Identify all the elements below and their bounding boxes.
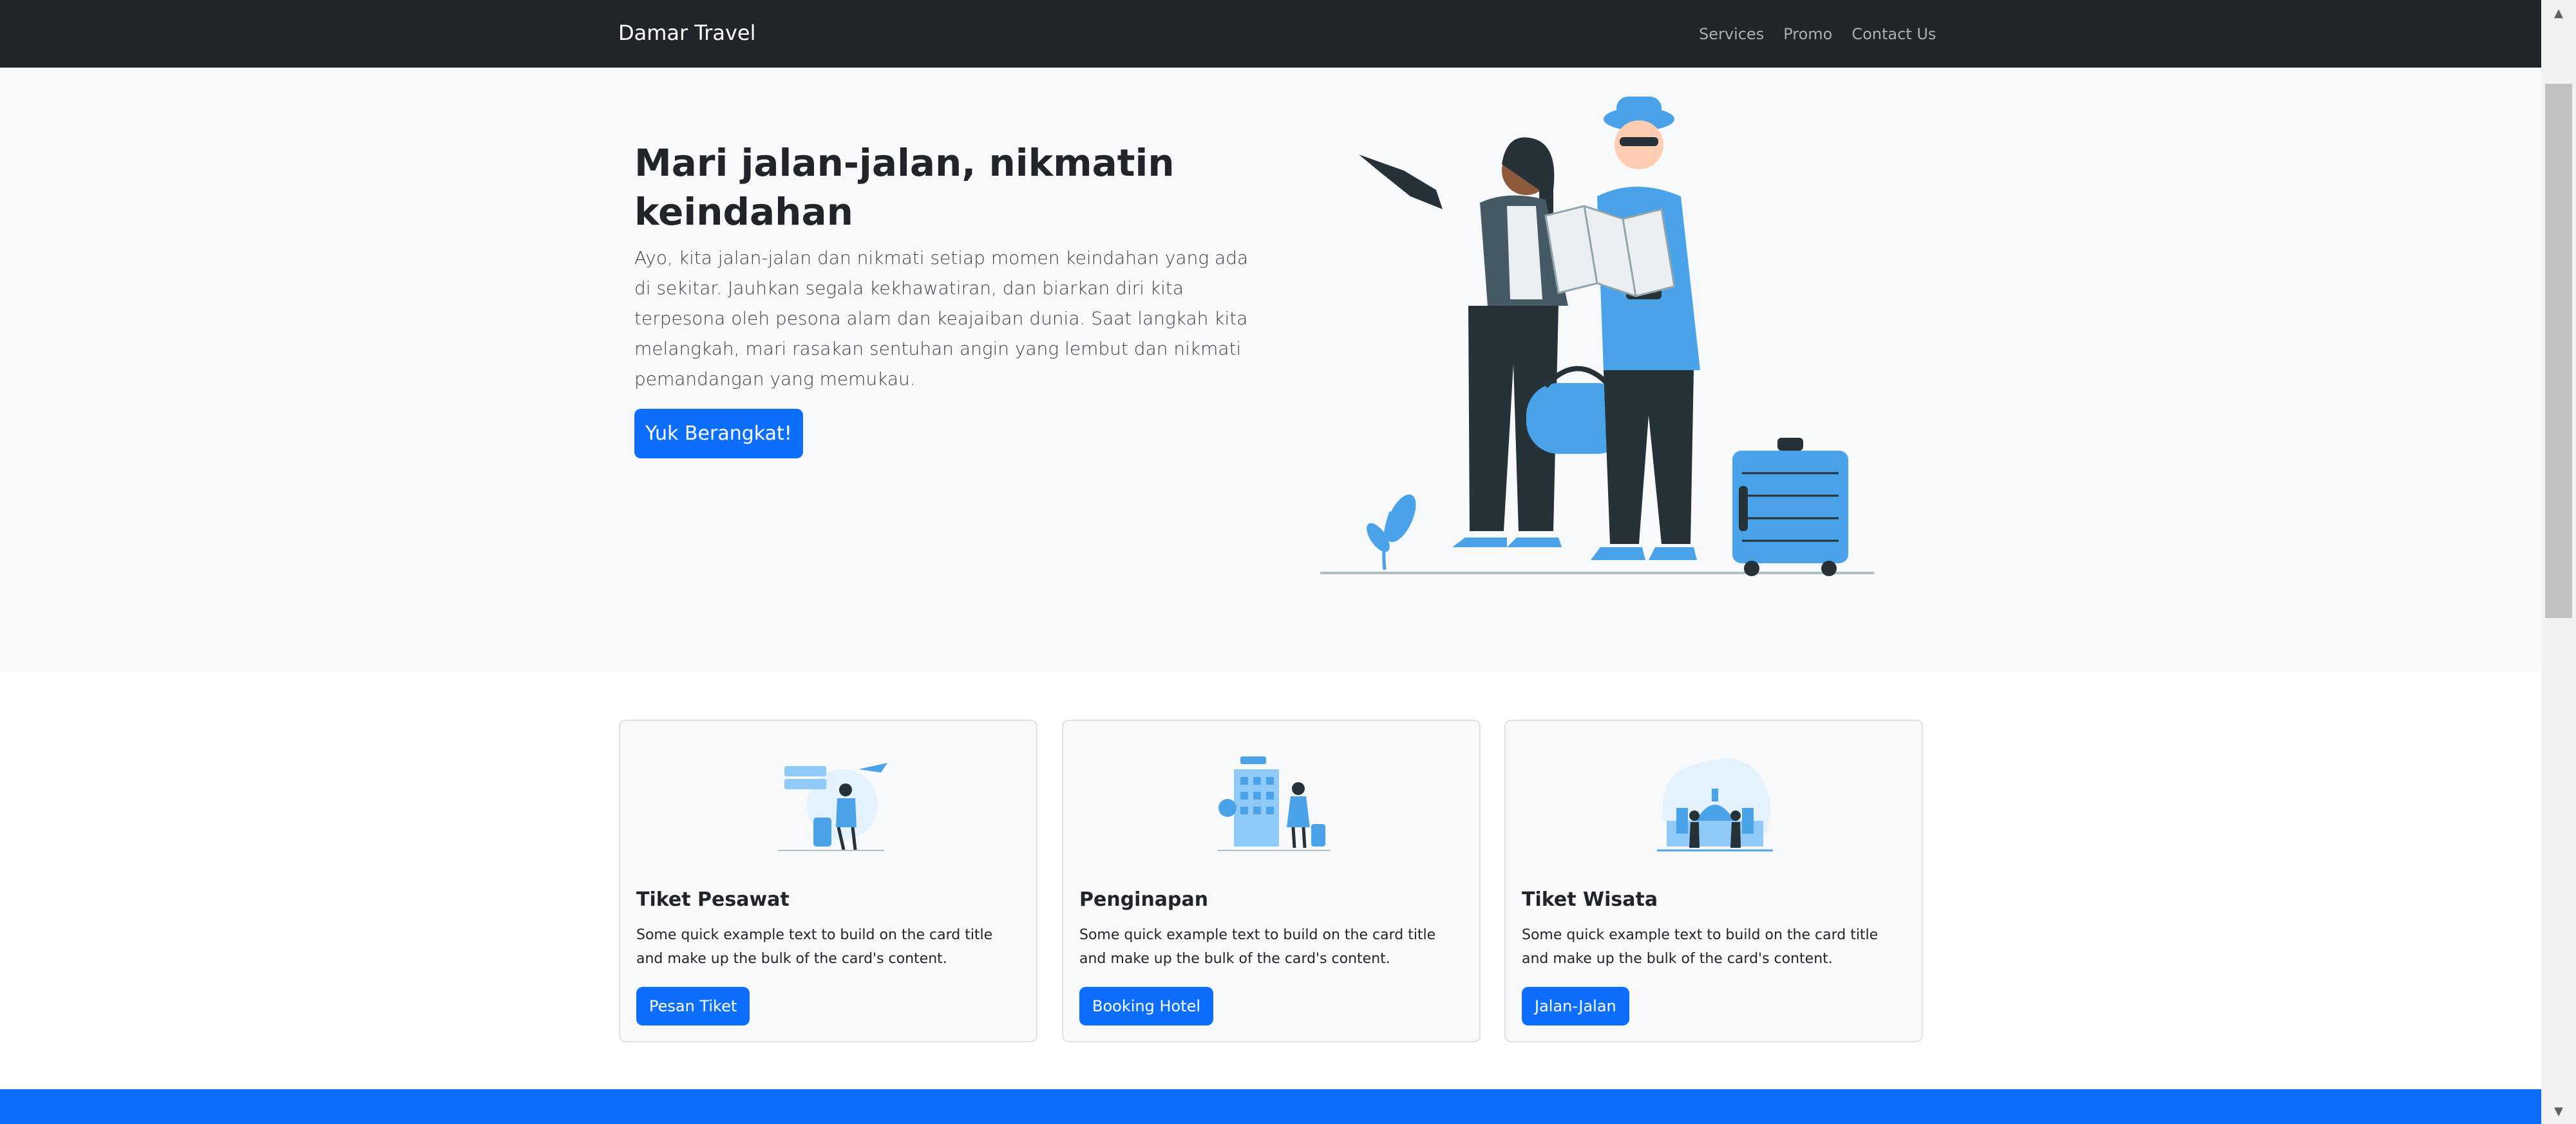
card-text: Some quick example text to build on the …	[1079, 927, 1436, 967]
nav-links: Services Promo Contact Us	[1687, 0, 1936, 68]
nav-link-contact-us[interactable]: Contact Us	[1852, 25, 1936, 43]
card-penginapan: Penginapan Some quick example text to bu…	[1062, 720, 1481, 1042]
hero-text: Ayo, kita jalan-jalan dan nikmati setiap…	[634, 247, 1249, 389]
scrollbar-thumb[interactable]	[2545, 84, 2572, 618]
airport-illustration-icon	[778, 763, 887, 851]
booking-hotel-button[interactable]: Booking Hotel	[1079, 987, 1214, 1026]
card-title: Penginapan	[1079, 888, 1209, 911]
card-text: Some quick example text to build on the …	[1522, 927, 1879, 967]
footer-band	[0, 1089, 2541, 1124]
navbar: Damar Travel Services Promo Contact Us	[0, 0, 2541, 68]
card-title: Tiket Pesawat	[636, 888, 790, 911]
scroll-down-arrow-icon[interactable]: ▼	[2541, 1098, 2576, 1124]
pesan-tiket-button[interactable]: Pesan Tiket	[636, 987, 750, 1026]
card-title: Tiket Wisata	[1522, 888, 1658, 911]
landmark-illustration-icon	[1657, 758, 1773, 852]
travelers-illustration-icon	[1320, 97, 1874, 576]
card-tiket-pesawat: Tiket Pesawat Some quick example text to…	[619, 720, 1037, 1042]
hero-section: Mari jalan-jalan, nikmatin keindahan Ayo…	[0, 68, 2541, 672]
scroll-up-arrow-icon[interactable]: ▲	[2541, 0, 2576, 26]
navbar-brand[interactable]: Damar Travel	[618, 0, 755, 68]
yuk-berangkat-button[interactable]: Yuk Berangkat!	[634, 409, 803, 458]
card-text: Some quick example text to build on the …	[636, 927, 993, 967]
nav-link-services[interactable]: Services	[1699, 25, 1764, 43]
nav-link-promo[interactable]: Promo	[1783, 25, 1832, 43]
hero-title: Mari jalan-jalan, nikmatin keindahan	[634, 141, 1175, 234]
vertical-scrollbar[interactable]: ▲ ▼	[2541, 0, 2576, 1124]
hotel-illustration-icon	[1218, 756, 1331, 851]
jalan-jalan-button[interactable]: Jalan-Jalan	[1522, 987, 1629, 1026]
card-tiket-wisata: Tiket Wisata Some quick example text to …	[1504, 720, 1923, 1042]
